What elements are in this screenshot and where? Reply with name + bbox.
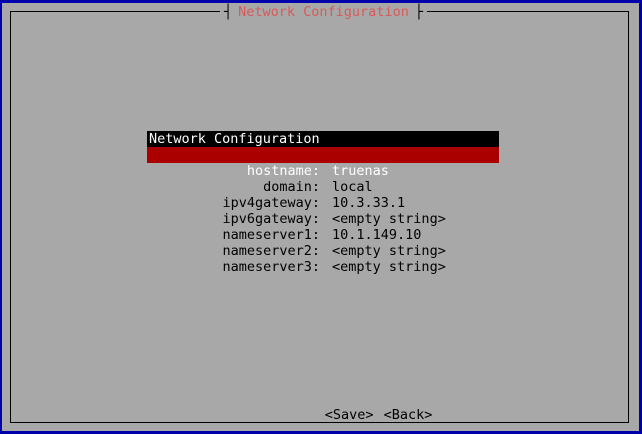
- dialog-title: Network Configuration: [238, 4, 409, 20]
- menu-item-value: <empty string>: [332, 259, 446, 275]
- menu-item-key: nameserver1:: [222, 227, 321, 243]
- menu-item-value: 10.1.149.10: [332, 227, 422, 243]
- menu-item-key: hostname:: [246, 163, 321, 179]
- menu-item-key: nameserver2:: [222, 243, 321, 259]
- menu-item-key: domain:: [263, 179, 321, 195]
- menu-item-hostname[interactable]: hostname: truenas: [147, 147, 499, 179]
- menu-item-value: <empty string>: [332, 243, 446, 259]
- title-right-bracket: ├: [414, 4, 423, 20]
- menu-item-key: ipv6gateway:: [222, 211, 321, 227]
- save-button[interactable]: <Save>: [325, 406, 374, 424]
- network-configuration-dialog: ┤ Network Configuration ├ Network Configur…: [2, 3, 639, 431]
- menu-header: Network Configuration: [147, 131, 499, 147]
- menu-item-value: truenas: [332, 163, 389, 179]
- menu-item-value: 10.3.33.1: [332, 195, 406, 211]
- title-left-bracket: ┤: [224, 4, 233, 20]
- back-button[interactable]: <Back>: [384, 406, 433, 424]
- menu-item-key: ipv4gateway:: [222, 195, 321, 211]
- dialog-buttons: <Save> <Back>: [276, 388, 433, 423]
- dialog-title-bar: ┤ Network Configuration ├: [220, 3, 427, 21]
- menu-item-key: nameserver3:: [222, 259, 321, 275]
- menu-item-value: <empty string>: [332, 211, 446, 227]
- network-config-menu: Network Configuration hostname: truenas d…: [147, 131, 499, 275]
- terminal-screen: ┤ Network Configuration ├ Network Configur…: [0, 0, 642, 434]
- menu-item-value: local: [332, 179, 373, 195]
